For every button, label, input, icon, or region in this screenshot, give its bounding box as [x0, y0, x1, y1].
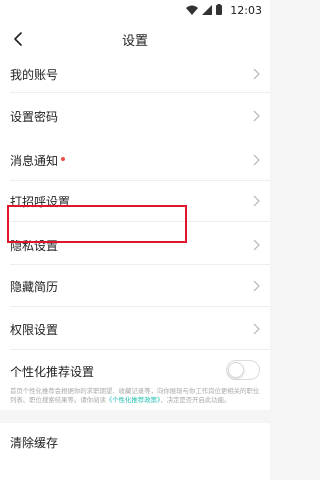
settings-item-label: 个性化推荐设置: [10, 365, 95, 379]
chevron-right-icon: [253, 323, 260, 335]
settings-item-password[interactable]: 设置密码: [0, 98, 270, 134]
navbar: 设置: [0, 22, 270, 56]
chevron-right-icon: [253, 280, 260, 292]
chevron-right-icon: [253, 110, 260, 122]
status-time: 12:03: [230, 4, 262, 17]
chevron-right-icon: [253, 154, 260, 166]
settings-item-notifications[interactable]: 消息通知: [0, 142, 270, 178]
chevron-right-icon: [253, 239, 260, 251]
settings-item-account[interactable]: 我的账号: [0, 56, 270, 92]
divider: [10, 180, 270, 181]
divider: [10, 306, 270, 307]
settings-item-label: 我的账号: [10, 68, 59, 82]
divider: [10, 92, 270, 93]
chevron-right-icon: [253, 195, 260, 207]
settings-item-label: 清除缓存: [10, 436, 59, 450]
status-bar: 12:03: [0, 0, 270, 22]
divider: [10, 349, 270, 350]
divider: [10, 264, 270, 265]
settings-item-label: 消息通知: [10, 154, 59, 168]
policy-link[interactable]: 《个性化推荐政策》: [106, 396, 160, 404]
highlight-box: [7, 205, 187, 243]
chevron-right-icon: [253, 68, 260, 80]
settings-item-label: 权限设置: [10, 323, 59, 337]
wifi-icon: [186, 5, 198, 15]
personalization-toggle[interactable]: [226, 360, 260, 380]
status-icons: [186, 4, 222, 15]
settings-item-hide-resume[interactable]: 隐藏简历: [0, 268, 270, 304]
battery-icon: [216, 4, 222, 15]
settings-item-clear-cache[interactable]: 清除缓存: [0, 423, 270, 459]
personalization-description: 首页个性化推荐会根据你的求职期望、收藏记录等，向你展现与你工作岗位更相关的职位列…: [10, 387, 262, 405]
toggle-knob: [228, 362, 244, 378]
settings-item-label: 设置密码: [10, 110, 59, 124]
settings-item-permissions[interactable]: 权限设置: [0, 311, 270, 347]
page-title: 设置: [121, 34, 148, 49]
settings-item-label: 隐藏简历: [10, 280, 59, 294]
signal-icon: [202, 4, 212, 15]
description-text-end: ，决定是否开启此功能。: [160, 396, 231, 404]
notification-dot: [61, 157, 65, 161]
